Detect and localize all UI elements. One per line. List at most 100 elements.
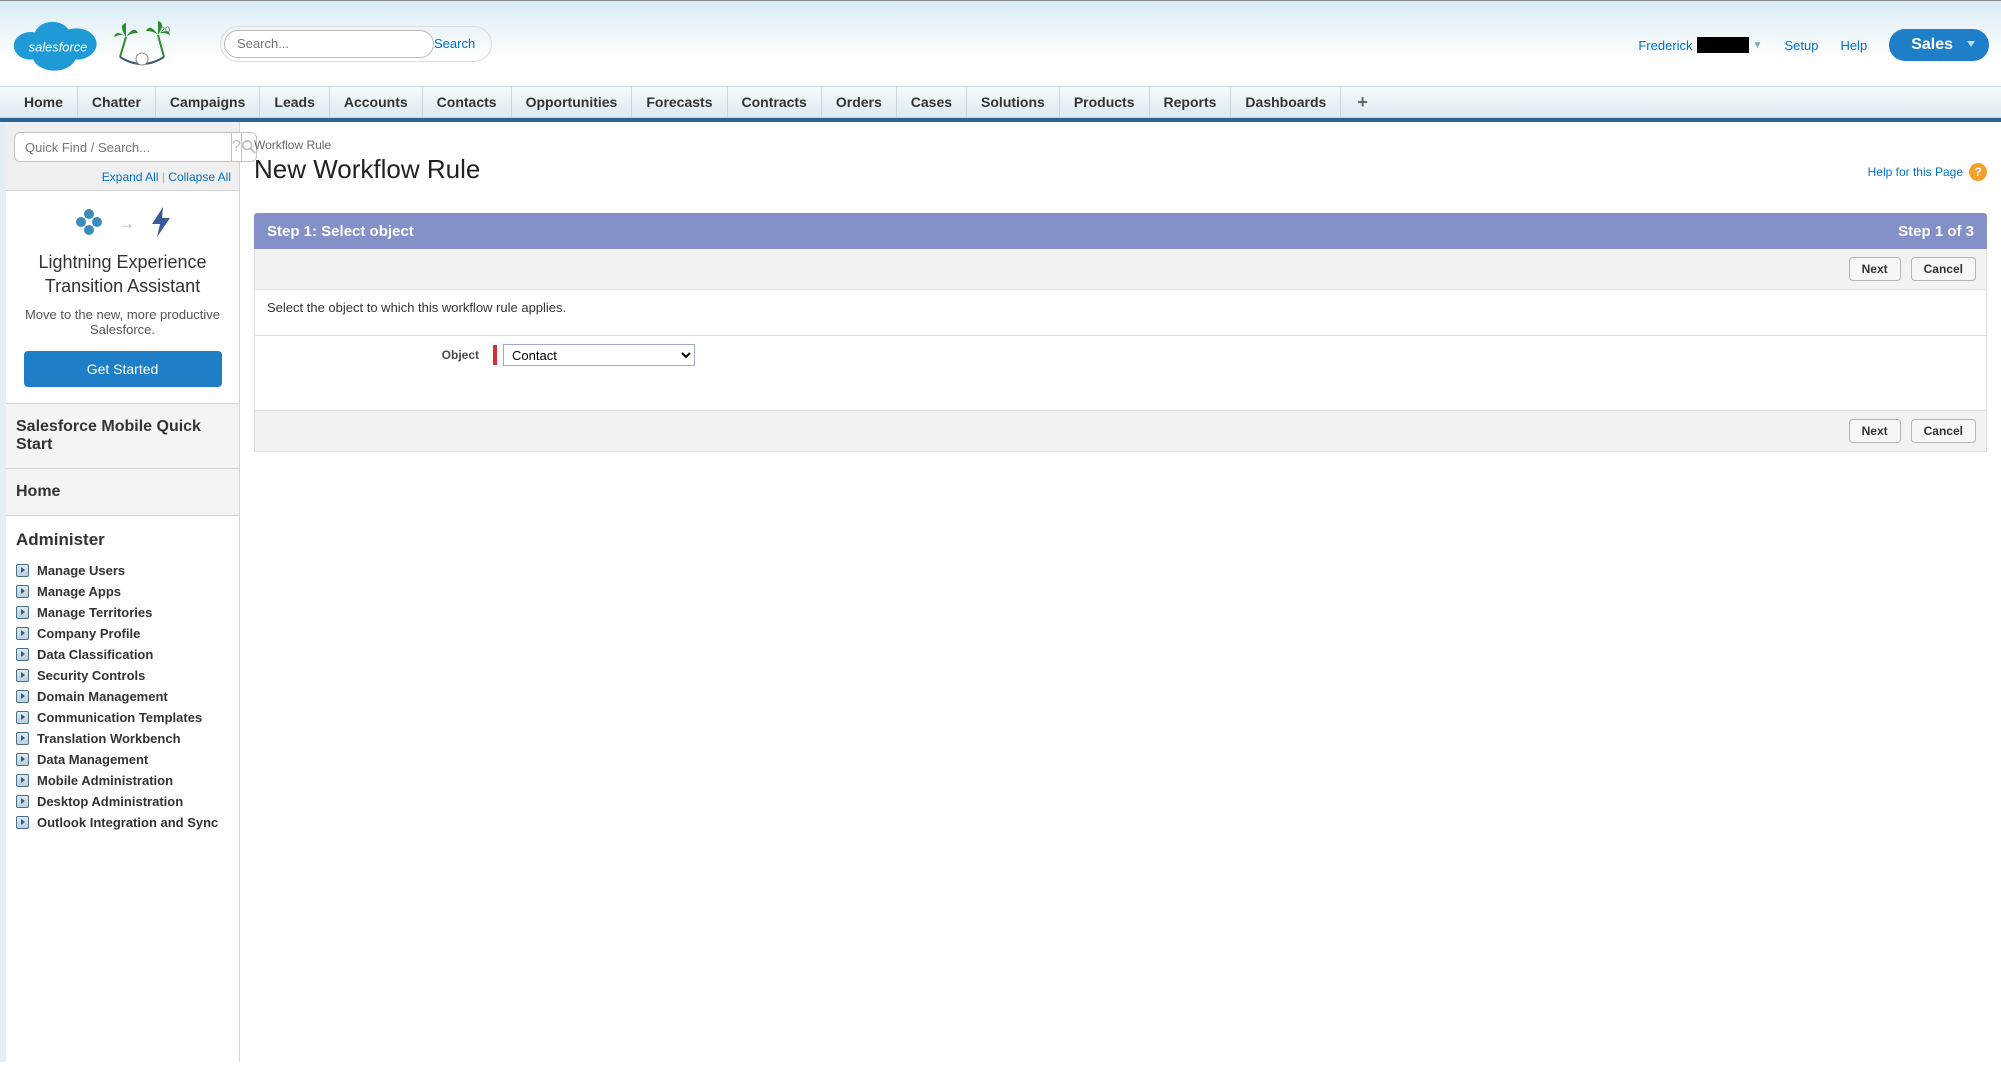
home-section[interactable]: Home <box>6 469 239 516</box>
promo-subtitle: Move to the new, more productive Salesfo… <box>16 307 229 337</box>
sidebar-item-domain-management[interactable]: Domain Management <box>16 686 229 707</box>
help-for-page-label: Help for this Page <box>1868 165 1963 179</box>
get-started-button[interactable]: Get Started <box>24 351 222 387</box>
administer-heading: Administer <box>16 530 229 550</box>
tab-campaigns[interactable]: Campaigns <box>156 87 260 117</box>
expand-icon <box>16 711 29 724</box>
administer-section: Administer Manage Users Manage Apps Manage… <box>6 516 239 847</box>
main-content: Workflow Rule New Workflow Rule Help for… <box>240 122 2001 1062</box>
tab-reports[interactable]: Reports <box>1150 87 1232 117</box>
step-description: Select the object to which this workflow… <box>254 290 1987 336</box>
collapse-all-link[interactable]: Collapse All <box>168 170 231 184</box>
header-right: Frederick ▼ Setup Help Sales <box>1638 29 1989 61</box>
summer-release-icon: 20 <box>112 19 172 69</box>
flower-icon <box>74 207 104 240</box>
user-menu[interactable]: Frederick ▼ <box>1638 37 1762 53</box>
sidebar-item-label: Mobile Administration <box>37 773 173 788</box>
tab-contracts[interactable]: Contracts <box>728 87 822 117</box>
sidebar-item-manage-apps[interactable]: Manage Apps <box>16 581 229 602</box>
app-name: Sales <box>1911 36 1953 54</box>
home-heading: Home <box>16 483 229 501</box>
sidebar-item-manage-territories[interactable]: Manage Territories <box>16 602 229 623</box>
salesforce-logo-icon: salesforce <box>12 14 104 74</box>
sidebar-item-company-profile[interactable]: Company Profile <box>16 623 229 644</box>
expand-all-link[interactable]: Expand All <box>102 170 159 184</box>
mobile-quick-start-heading: Salesforce Mobile Quick Start <box>16 418 229 454</box>
breadcrumb: Workflow Rule <box>254 138 1987 152</box>
step-header: Step 1: Select object Step 1 of 3 <box>254 213 1987 249</box>
sidebar-item-mobile-administration[interactable]: Mobile Administration <box>16 770 229 791</box>
expand-icon <box>16 774 29 787</box>
tab-dashboards[interactable]: Dashboards <box>1231 87 1341 117</box>
tab-leads[interactable]: Leads <box>260 87 329 117</box>
expand-icon <box>16 585 29 598</box>
sidebar-item-label: Manage Apps <box>37 584 121 599</box>
step-title: Step 1: Select object <box>267 223 414 240</box>
tab-add-icon[interactable]: + <box>1341 87 1384 117</box>
setup-link[interactable]: Setup <box>1784 38 1818 53</box>
svg-text:salesforce: salesforce <box>29 39 88 54</box>
sidebar-item-label: Security Controls <box>37 668 145 683</box>
required-indicator <box>493 345 497 365</box>
sidebar-item-label: Desktop Administration <box>37 794 183 809</box>
object-label: Object <box>267 348 493 362</box>
expand-icon <box>16 564 29 577</box>
sidebar-item-security-controls[interactable]: Security Controls <box>16 665 229 686</box>
expand-icon <box>16 606 29 619</box>
sidebar-item-translation-workbench[interactable]: Translation Workbench <box>16 728 229 749</box>
sidebar-item-outlook-integration-and-sync[interactable]: Outlook Integration and Sync <box>16 812 229 833</box>
tab-products[interactable]: Products <box>1060 87 1150 117</box>
expand-icon <box>16 648 29 661</box>
chevron-down-icon: ▼ <box>1753 40 1763 51</box>
user-name: Frederick <box>1638 38 1692 53</box>
sidebar-item-label: Company Profile <box>37 626 140 641</box>
sidebar-item-label: Domain Management <box>37 689 168 704</box>
mobile-quick-start-section[interactable]: Salesforce Mobile Quick Start <box>6 404 239 469</box>
expand-icon <box>16 627 29 640</box>
tab-cases[interactable]: Cases <box>897 87 967 117</box>
cancel-button[interactable]: Cancel <box>1911 419 1976 443</box>
sidebar-item-desktop-administration[interactable]: Desktop Administration <box>16 791 229 812</box>
sidebar: ? Expand All | Collapse All → <box>0 122 240 1062</box>
tab-home[interactable]: Home <box>10 87 78 117</box>
tab-orders[interactable]: Orders <box>822 87 897 117</box>
tab-bar: HomeChatterCampaignsLeadsAccountsContact… <box>0 86 2001 118</box>
svg-text:20: 20 <box>160 25 170 35</box>
expand-icon <box>16 816 29 829</box>
sidebar-item-communication-templates[interactable]: Communication Templates <box>16 707 229 728</box>
object-row: Object Contact <box>254 336 1987 410</box>
page-title: New Workflow Rule <box>254 154 1987 185</box>
sidebar-item-label: Data Management <box>37 752 148 767</box>
sidebar-item-label: Outlook Integration and Sync <box>37 815 218 830</box>
sidebar-item-label: Communication Templates <box>37 710 202 725</box>
arrow-right-icon: → <box>118 213 136 234</box>
app-switcher[interactable]: Sales <box>1889 29 1989 61</box>
tab-chatter[interactable]: Chatter <box>78 87 156 117</box>
tab-forecasts[interactable]: Forecasts <box>632 87 727 117</box>
next-button[interactable]: Next <box>1849 257 1901 281</box>
sidebar-item-data-management[interactable]: Data Management <box>16 749 229 770</box>
tab-opportunities[interactable]: Opportunities <box>512 87 633 117</box>
sidebar-item-data-classification[interactable]: Data Classification <box>16 644 229 665</box>
object-select[interactable]: Contact <box>503 344 695 366</box>
redacted-surname <box>1697 37 1749 53</box>
button-row-bottom: Next Cancel <box>254 410 1987 452</box>
global-search-input[interactable] <box>224 30 434 58</box>
sidebar-item-label: Translation Workbench <box>37 731 181 746</box>
header-band: salesforce 20 Search Frederick ▼ S <box>0 0 2001 86</box>
help-link[interactable]: Help <box>1840 38 1867 53</box>
sidebar-item-manage-users[interactable]: Manage Users <box>16 560 229 581</box>
tab-accounts[interactable]: Accounts <box>330 87 423 117</box>
tab-solutions[interactable]: Solutions <box>967 87 1060 117</box>
quick-find-input[interactable] <box>14 132 232 162</box>
tab-contacts[interactable]: Contacts <box>423 87 512 117</box>
cancel-button[interactable]: Cancel <box>1911 257 1976 281</box>
next-button[interactable]: Next <box>1849 419 1901 443</box>
expand-icon <box>16 732 29 745</box>
help-for-page-link[interactable]: Help for this Page ? <box>1868 163 1987 181</box>
global-search-button[interactable]: Search <box>434 36 487 51</box>
global-search: Search <box>220 26 492 62</box>
sidebar-item-label: Data Classification <box>37 647 153 662</box>
help-icon: ? <box>1969 163 1987 181</box>
lightning-icon <box>150 207 172 240</box>
